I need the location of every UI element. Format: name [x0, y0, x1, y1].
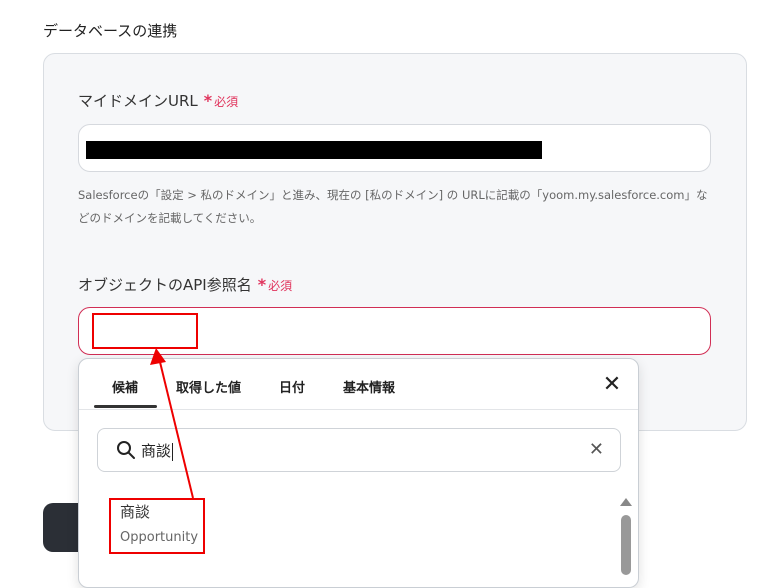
scroll-up-arrow-icon[interactable]: [620, 498, 632, 506]
active-tab-indicator: [94, 405, 157, 408]
object-field-label: オブジェクトのAPI参照名 * 必須: [78, 274, 292, 295]
clear-search-icon[interactable]: ✕: [589, 440, 604, 460]
domain-url-input[interactable]: [78, 124, 711, 172]
search-text: 商談: [141, 440, 174, 461]
dropdown-tabs: 候補 取得した値 日付 基本情報 ✕: [79, 359, 638, 410]
tab-date[interactable]: 日付: [279, 377, 305, 396]
search-value: 商談: [141, 442, 172, 460]
tab-basic-info[interactable]: 基本情報: [343, 377, 395, 396]
annotation-highlight-result: [109, 498, 205, 554]
domain-hint-text: Salesforceの「設定 > 私のドメイン」と進み、現在の [私のドメイン]…: [78, 188, 708, 225]
text-caret: [172, 442, 174, 461]
required-badge: 必須: [268, 279, 293, 293]
required-badge: 必須: [214, 95, 239, 109]
search-icon: [117, 441, 135, 459]
close-icon[interactable]: ✕: [600, 373, 624, 397]
section-title: データベースの連携: [43, 22, 178, 40]
domain-field-label: マイドメインURL * 必須: [78, 90, 238, 111]
required-asterisk: *: [257, 275, 267, 294]
object-label-text: オブジェクトのAPI参照名: [78, 276, 252, 294]
search-input[interactable]: 商談 ✕: [97, 428, 621, 472]
domain-label-text: マイドメインURL: [78, 92, 198, 110]
tab-retrieved-values[interactable]: 取得した値: [176, 377, 241, 396]
tab-candidates[interactable]: 候補: [112, 377, 138, 396]
required-asterisk: *: [203, 91, 213, 110]
scrollbar-thumb[interactable]: [621, 515, 631, 575]
annotation-highlight-input: [92, 313, 198, 349]
redacted-value: [86, 141, 542, 159]
